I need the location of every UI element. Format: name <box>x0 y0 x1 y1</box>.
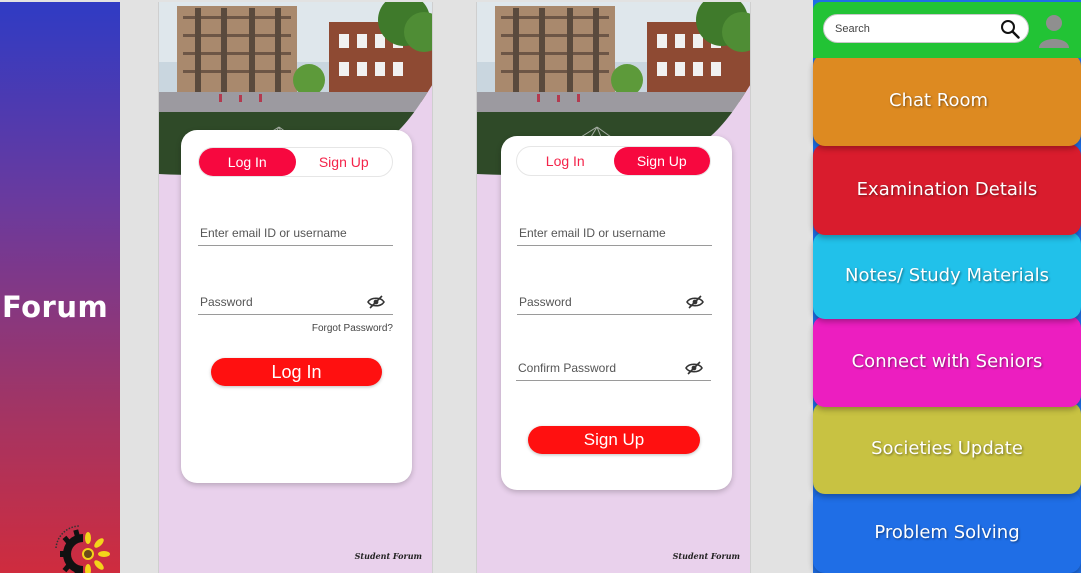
tile-label: Connect with Seniors <box>851 351 1043 372</box>
tile-label: Societies Update <box>871 437 1023 459</box>
login-screen: Log In Sign Up Forgot Password? Log In S… <box>158 2 433 573</box>
search-box <box>823 14 1029 43</box>
signup-screen: Log In Sign Up Sign Up Student Forum <box>476 2 751 573</box>
tile-societies-update[interactable]: Societies Update <box>813 402 1081 494</box>
search-input[interactable] <box>824 15 994 42</box>
eye-slash-icon[interactable] <box>686 295 704 309</box>
tab-login[interactable]: Log In <box>517 147 614 175</box>
password-field[interactable] <box>517 291 712 313</box>
tab-signup[interactable]: Sign Up <box>296 148 393 176</box>
app-title: Forum <box>2 290 109 324</box>
college-logo-icon <box>50 522 110 573</box>
footer-brand: Student Forum <box>672 551 740 561</box>
tile-connect-seniors[interactable]: Connect with Seniors <box>813 316 1081 407</box>
splash-panel: Forum <box>0 2 120 573</box>
email-field[interactable] <box>198 222 393 244</box>
tile-examination[interactable]: Examination Details <box>813 144 1081 235</box>
password-field-wrapper <box>517 291 712 315</box>
auth-toggle: Log In Sign Up <box>198 147 393 177</box>
tile-notes[interactable]: Notes/ Study Materials <box>813 232 1081 319</box>
password-field[interactable] <box>198 291 393 313</box>
eye-slash-icon[interactable] <box>367 295 385 309</box>
tile-problem-solving[interactable]: Problem Solving <box>813 491 1081 573</box>
tile-label: Problem Solving <box>874 521 1020 543</box>
menu-screen: Problem Solving Societies Update Connect… <box>813 0 1081 573</box>
eye-slash-icon[interactable] <box>685 361 703 375</box>
signup-card: Log In Sign Up Sign Up <box>501 136 732 490</box>
tile-label: Chat Room <box>889 89 989 111</box>
tile-label: Examination Details <box>856 179 1038 200</box>
forgot-password-link[interactable]: Forgot Password? <box>312 323 393 334</box>
login-card: Log In Sign Up Forgot Password? Log In <box>181 130 412 483</box>
tab-signup[interactable]: Sign Up <box>613 147 710 175</box>
confirm-password-field[interactable] <box>516 357 711 379</box>
email-field[interactable] <box>517 222 712 244</box>
user-avatar-icon[interactable] <box>1037 12 1071 48</box>
auth-toggle: Log In Sign Up <box>516 146 711 176</box>
password-field-wrapper <box>198 291 393 315</box>
menu-topbar <box>813 2 1081 58</box>
tab-login[interactable]: Log In <box>199 148 296 176</box>
tile-chat-room[interactable]: Chat Room <box>813 54 1081 146</box>
email-field-wrapper <box>517 222 712 246</box>
footer-brand: Student Forum <box>354 551 422 561</box>
tile-label: Notes/ Study Materials <box>845 265 1049 286</box>
login-button[interactable]: Log In <box>211 358 382 386</box>
search-icon[interactable] <box>1000 19 1020 39</box>
signup-button[interactable]: Sign Up <box>528 426 700 454</box>
confirm-password-field-wrapper <box>516 357 711 381</box>
email-field-wrapper <box>198 222 393 246</box>
